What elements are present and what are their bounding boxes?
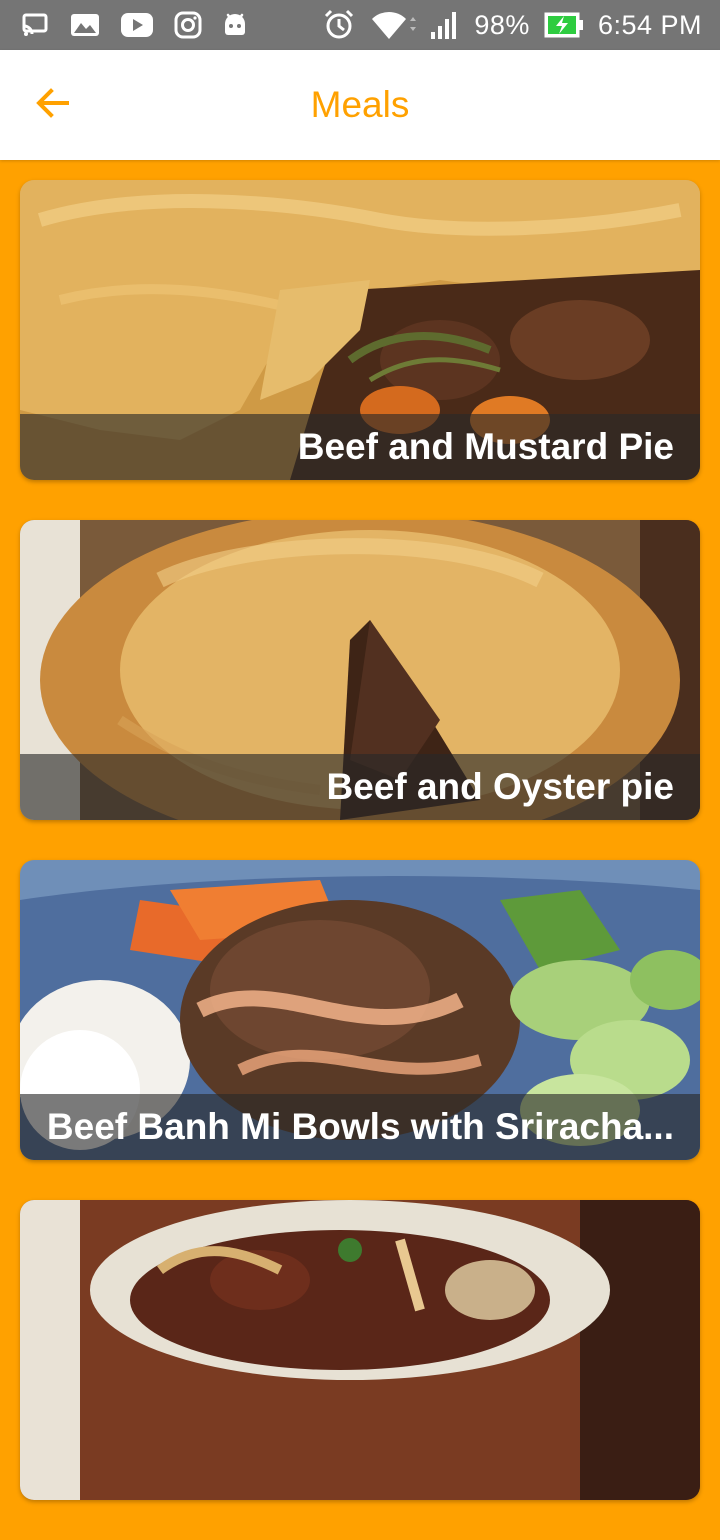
wifi-icon — [370, 9, 417, 41]
app-bar: Meals — [0, 50, 720, 160]
meal-card[interactable] — [20, 1200, 700, 1500]
alarm-icon — [322, 8, 356, 42]
android-icon — [222, 11, 248, 39]
battery-percent: 98% — [474, 9, 530, 40]
meal-image — [20, 1200, 700, 1500]
cast-icon — [22, 12, 50, 38]
gallery-icon — [70, 12, 100, 38]
meal-name: Beef Banh Mi Bowls with Sriracha... — [46, 1106, 674, 1147]
meal-caption: Beef and Oyster pie — [20, 754, 700, 820]
status-bar-system: 98% 6:54 PM — [322, 8, 702, 42]
meal-caption: Beef and Mustard Pie — [20, 414, 700, 480]
instagram-icon — [174, 11, 202, 39]
page-title: Meals — [310, 84, 410, 125]
status-bar-notifications — [22, 11, 248, 39]
meal-card[interactable]: Beef Banh Mi Bowls with Sriracha... — [20, 860, 700, 1160]
meal-caption: Beef Banh Mi Bowls with Sriracha... — [20, 1094, 700, 1160]
meal-card[interactable]: Beef and Mustard Pie — [20, 180, 700, 480]
battery-charging-icon — [544, 12, 584, 38]
meal-name: Beef and Mustard Pie — [297, 426, 674, 467]
status-bar: 98% 6:54 PM — [0, 0, 720, 50]
meal-name: Beef and Oyster pie — [326, 766, 674, 807]
signal-icon — [430, 10, 460, 40]
meal-card[interactable]: Beef and Oyster pie — [20, 520, 700, 820]
youtube-icon — [120, 12, 154, 38]
meal-list[interactable]: Beef and Mustard Pie Beef and Oyster pie — [20, 180, 700, 1540]
clock: 6:54 PM — [597, 9, 702, 40]
